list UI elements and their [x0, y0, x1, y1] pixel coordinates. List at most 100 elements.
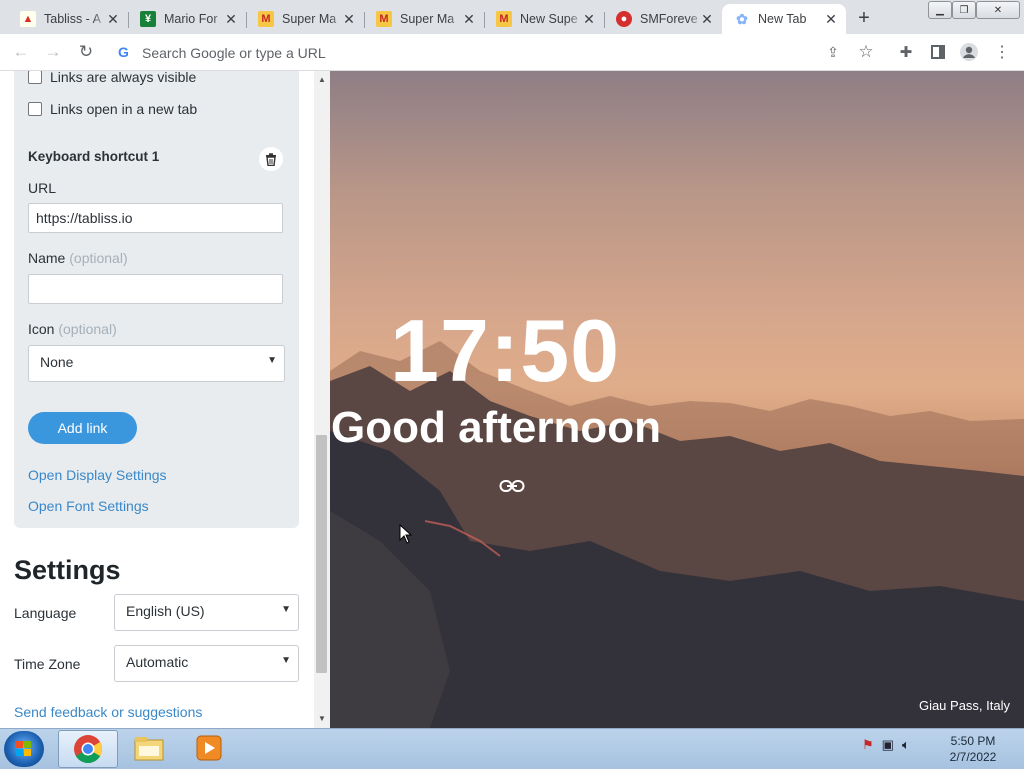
name-input[interactable] — [28, 274, 283, 304]
back-arrow-icon[interactable]: ← — [10, 42, 32, 62]
taskbar-chrome[interactable] — [58, 730, 118, 768]
minimize-button[interactable]: ▁ — [928, 1, 952, 19]
new-tab-button[interactable]: + — [852, 6, 876, 30]
icon-label: Icon (optional) — [28, 321, 117, 337]
tab-title: Super Ma — [400, 12, 455, 26]
url-label: URL — [28, 180, 57, 196]
scroll-up-arrow-icon[interactable]: ▲ — [317, 74, 327, 84]
tab-smforever[interactable]: ● SMForeve ✕ — [604, 4, 722, 34]
mouse-cursor-icon — [399, 524, 413, 544]
optional-hint: (optional) — [58, 321, 117, 337]
close-icon[interactable]: ✕ — [104, 10, 122, 28]
tab-super-ma-2[interactable]: M Super Ma ✕ — [364, 4, 485, 34]
google-icon: G — [118, 44, 129, 60]
timezone-select-value: Automatic — [126, 654, 189, 670]
tab-super-ma-1[interactable]: M Super Ma ✕ — [246, 4, 365, 34]
tabliss-icon: ▲ — [20, 11, 36, 27]
share-icon[interactable]: ⇪ — [822, 42, 844, 62]
shortcut-heading: Keyboard shortcut 1 — [28, 149, 160, 164]
taskbar-clock[interactable]: 5:50 PM 2/7/2022 — [938, 733, 1008, 765]
settings-title: Settings — [14, 555, 121, 585]
open-display-settings-link[interactable]: Open Display Settings — [28, 467, 167, 483]
windows-taskbar: ⚑ ▣ 🔈︎ 5:50 PM 2/7/2022 — [0, 728, 1024, 769]
tab-new-tab[interactable]: ✿ New Tab ✕ — [722, 4, 846, 34]
mario-icon: M — [258, 11, 274, 27]
tab-mario-for[interactable]: ¥ Mario For ✕ — [128, 4, 247, 34]
timezone-label: Time Zone — [14, 656, 81, 672]
bookmark-star-icon[interactable]: ☆ — [855, 42, 877, 62]
language-select[interactable]: English (US) ▼ — [114, 594, 299, 631]
action-center-flag-icon[interactable]: ⚑ — [862, 737, 874, 753]
newtab-icon: ✿ — [736, 10, 748, 27]
always-visible-label: Links are always visible — [50, 71, 197, 85]
tab-tabliss[interactable]: ▲ Tabliss - A ✕ — [8, 4, 129, 34]
network-icon[interactable]: ▣ — [882, 737, 894, 753]
omnibox-placeholder: Search Google or type a URL — [142, 45, 326, 61]
scroll-down-arrow-icon[interactable]: ▼ — [317, 713, 327, 723]
profile-avatar-icon[interactable] — [958, 42, 980, 62]
trash-icon[interactable] — [259, 147, 283, 171]
tab-title: Mario For — [164, 12, 218, 26]
language-label: Language — [14, 605, 77, 621]
scrollbar-thumb[interactable] — [316, 435, 327, 673]
add-link-button[interactable]: Add link — [28, 412, 137, 444]
reload-icon[interactable]: ↻ — [75, 42, 97, 62]
url-input[interactable]: https://tabliss.io — [28, 203, 283, 233]
settings-panel: Links are always visible Links open in a… — [0, 71, 330, 728]
tab-new-supe[interactable]: M New Supe ✕ — [484, 4, 605, 34]
new-tab-label: Links open in a new tab — [50, 101, 198, 117]
checkbox-box[interactable] — [28, 102, 42, 116]
panel-scrollbar[interactable]: ▲ ▼ — [314, 71, 330, 728]
taskbar-time: 5:50 PM — [950, 734, 996, 748]
close-icon[interactable]: ✕ — [822, 10, 840, 28]
browser-toolbar: ← → ↻ G Search Google or type a URL ⇪ ☆ … — [0, 34, 1024, 71]
tab-title: New Tab — [758, 12, 807, 26]
extensions-puzzle-icon[interactable]: ✚ — [895, 42, 917, 62]
tab-title: Tabliss - A — [44, 12, 101, 26]
timezone-select[interactable]: Automatic ▼ — [114, 645, 299, 682]
mario-icon: M — [376, 11, 392, 27]
menu-kebab-icon[interactable]: ⋮ — [991, 42, 1013, 62]
close-icon[interactable]: ✕ — [460, 10, 478, 28]
icon-select-value: None — [40, 354, 74, 370]
side-panel-icon[interactable] — [927, 42, 949, 62]
checkbox-box[interactable] — [28, 71, 42, 84]
close-icon[interactable]: ✕ — [340, 10, 358, 28]
mario-icon: M — [496, 11, 512, 27]
optional-hint: (optional) — [69, 250, 128, 266]
taskbar-date: 2/7/2022 — [949, 750, 997, 764]
file-explorer-icon — [134, 737, 164, 761]
always-visible-checkbox[interactable]: Links are always visible — [28, 71, 196, 85]
close-icon[interactable]: ✕ — [222, 10, 240, 28]
chrome-icon — [74, 735, 102, 763]
volume-icon[interactable]: 🔈︎ — [902, 737, 910, 753]
name-label-text: Name — [28, 250, 66, 266]
icon-label-text: Icon — [28, 321, 55, 337]
photo-credit[interactable]: Giau Pass, Italy — [919, 698, 1010, 713]
forward-arrow-icon[interactable]: → — [42, 42, 64, 62]
chevron-down-icon: ▼ — [281, 655, 291, 666]
omnibox[interactable]: G Search Google or type a URL — [110, 38, 878, 66]
tab-title: SMForeve — [640, 12, 698, 26]
close-icon[interactable]: ✕ — [698, 10, 716, 28]
tab-title: New Supe — [520, 12, 578, 26]
feedback-link[interactable]: Send feedback or suggestions — [14, 704, 202, 720]
language-select-value: English (US) — [126, 603, 205, 619]
taskbar-media-player[interactable] — [180, 730, 238, 766]
clock-time: 17:50 — [390, 301, 621, 400]
close-icon[interactable]: ✕ — [580, 10, 598, 28]
close-window-button[interactable]: ✕ — [976, 1, 1020, 19]
chevron-down-icon: ▼ — [267, 355, 277, 366]
icon-select[interactable]: None ▼ — [28, 345, 285, 382]
quick-links-icon[interactable] — [499, 478, 525, 494]
new-tab-checkbox[interactable]: Links open in a new tab — [28, 101, 197, 117]
links-widget-card: Links are always visible Links open in a… — [14, 71, 299, 528]
media-player-icon — [196, 735, 222, 761]
start-button[interactable] — [4, 731, 44, 767]
taskbar-file-explorer[interactable] — [120, 730, 178, 766]
tab-title: Super Ma — [282, 12, 337, 26]
open-font-settings-link[interactable]: Open Font Settings — [28, 498, 149, 514]
name-label: Name (optional) — [28, 250, 128, 266]
restore-button[interactable]: ❐ — [952, 1, 976, 19]
system-tray: ⚑ ▣ 🔈︎ — [862, 737, 910, 753]
